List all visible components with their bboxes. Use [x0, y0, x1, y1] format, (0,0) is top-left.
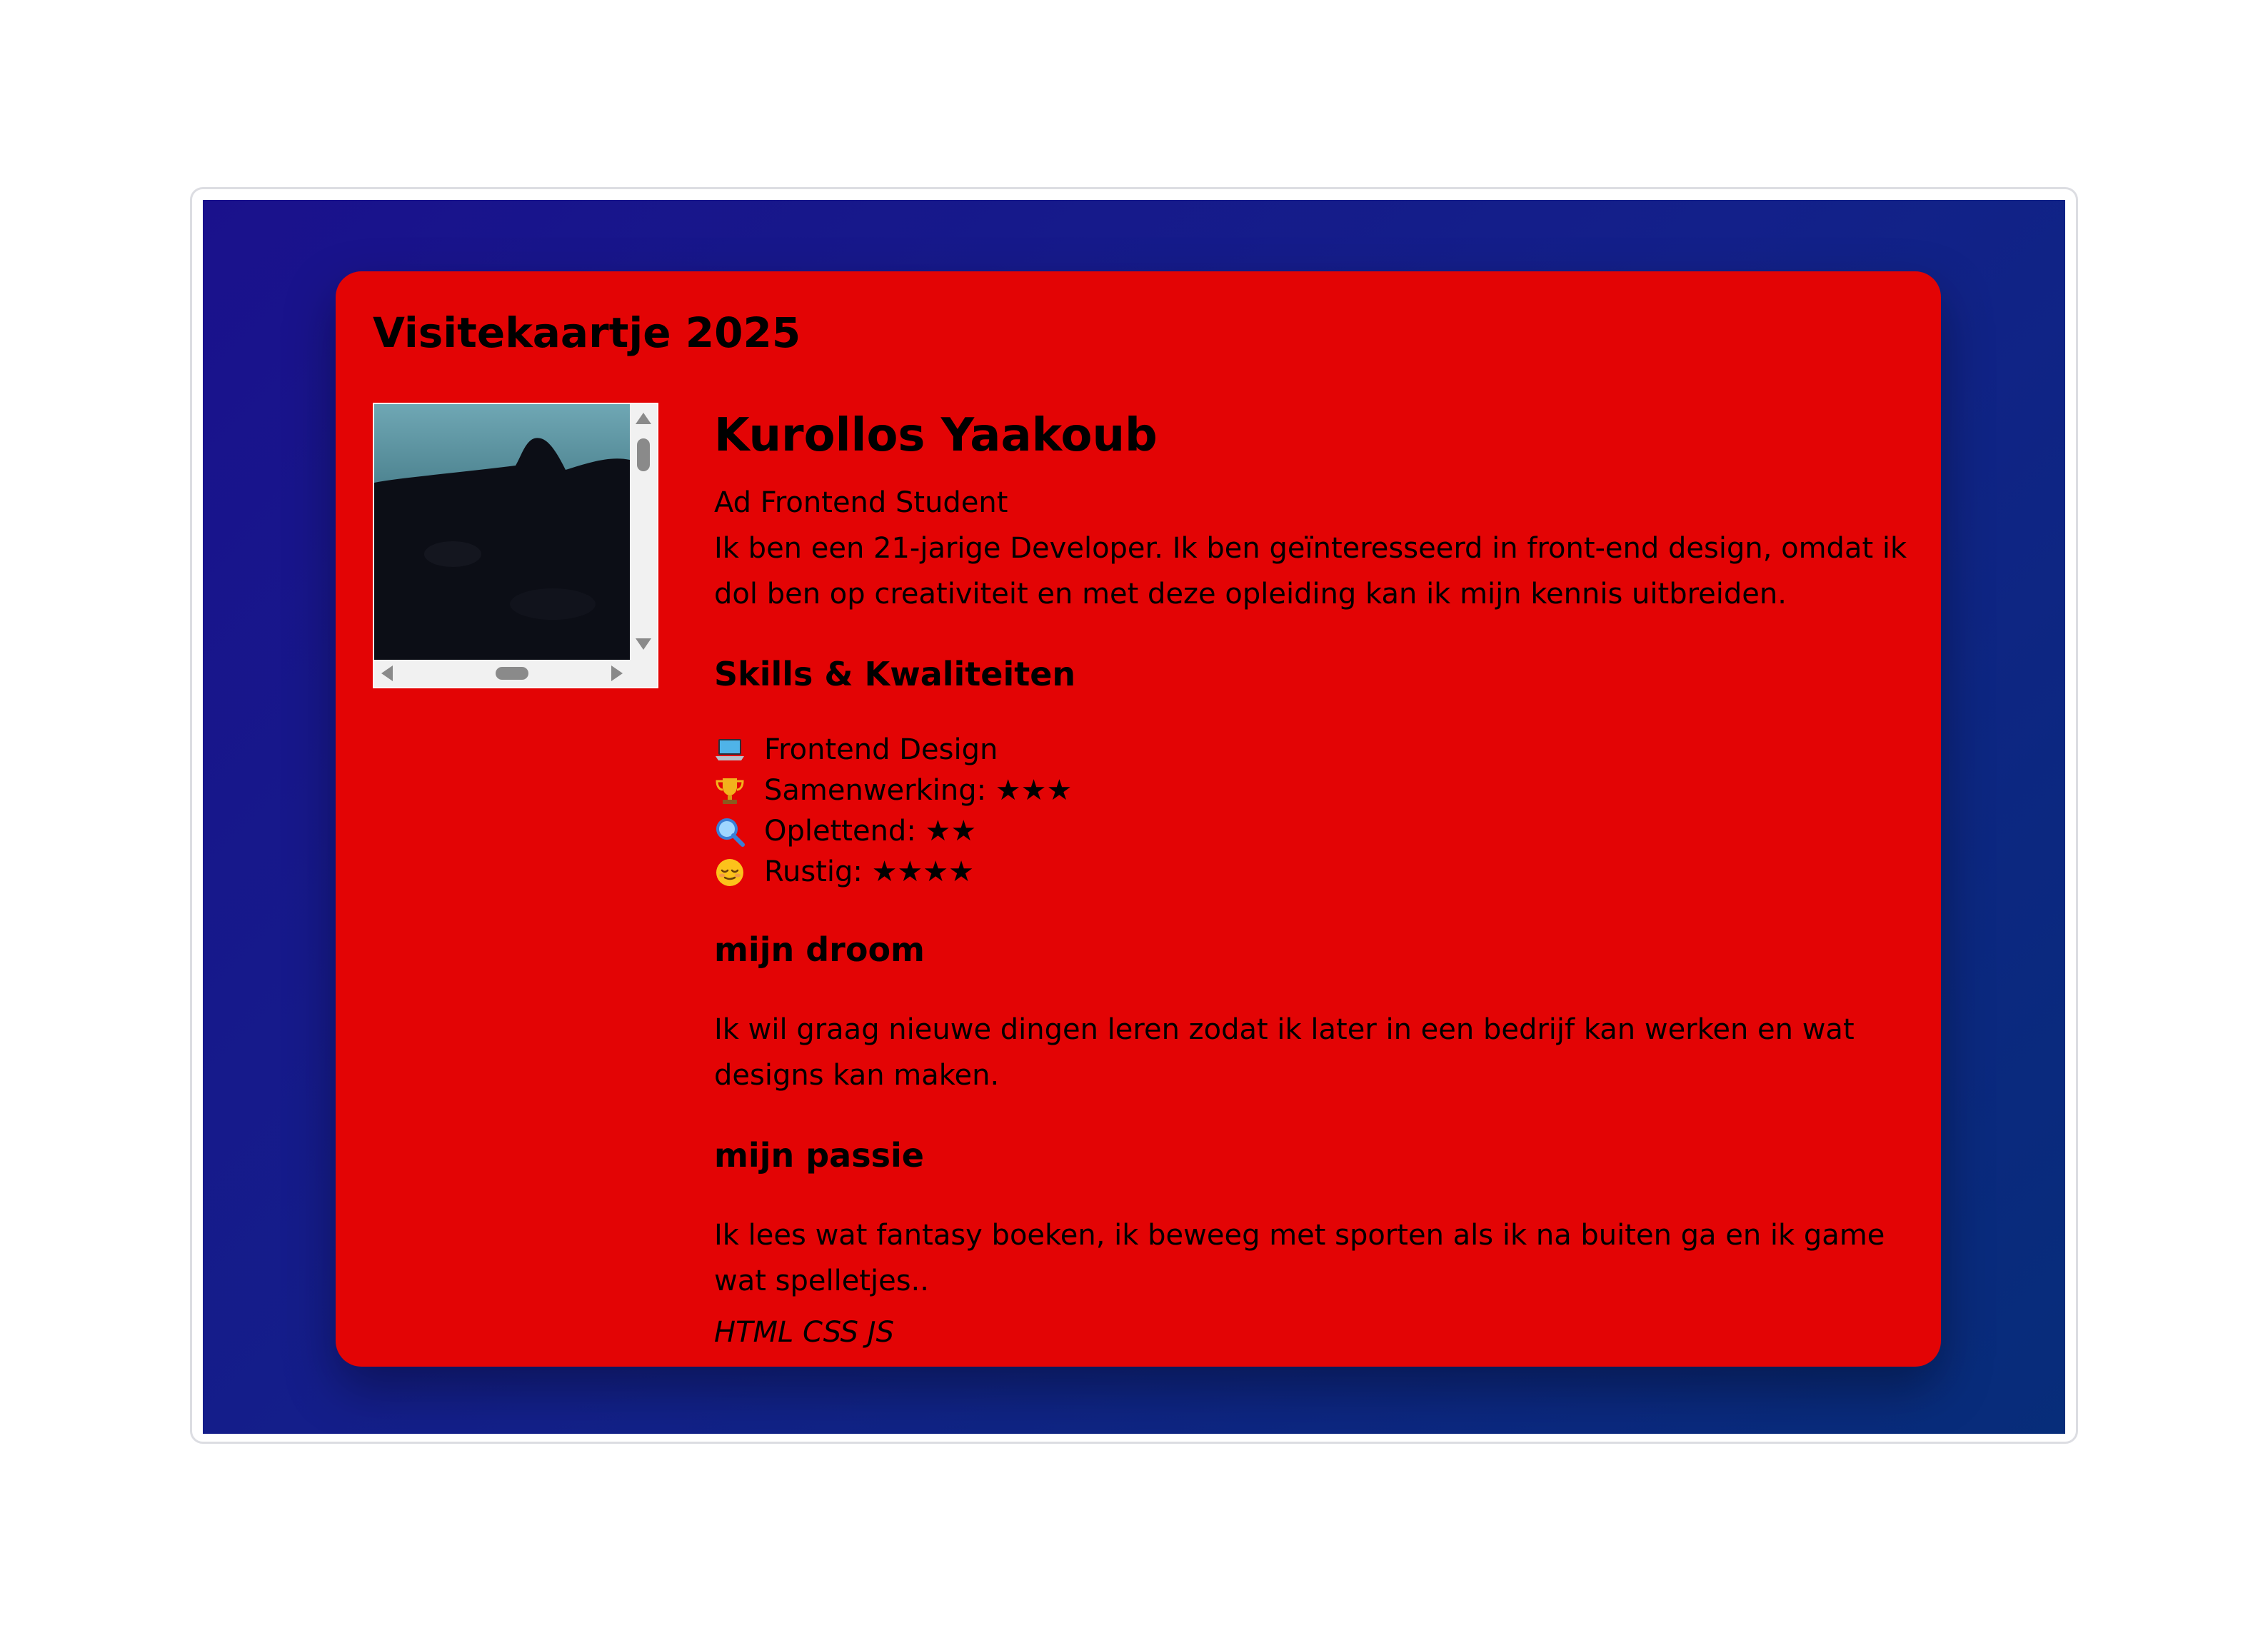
skill-label: Frontend Design — [764, 733, 998, 766]
skill-label: Samenwerking: ★★★ — [764, 774, 1073, 807]
card-title: Visitekaartje 2025 — [373, 308, 801, 357]
skill-item: Rustig: ★★★★ — [714, 852, 1914, 893]
skill-item: Oplettend: ★★ — [714, 811, 1914, 852]
scroll-down-arrow-icon[interactable] — [636, 638, 651, 650]
scroll-left-arrow-icon[interactable] — [381, 665, 393, 681]
skills-list: Frontend Design Samenwerking: ★★★ Oplett… — [714, 730, 1914, 893]
dream-text: Ik wil graag nieuwe dingen leren zodat i… — [714, 1013, 1855, 1092]
passion-text: Ik lees wat fantasy boeken, ik beweeg me… — [714, 1219, 1885, 1297]
skill-item: Samenwerking: ★★★ — [714, 770, 1914, 811]
scroll-up-arrow-icon[interactable] — [636, 413, 651, 424]
horizontal-scroll-thumb[interactable] — [496, 667, 528, 680]
profile-role: Ad Frontend Student — [714, 486, 1008, 519]
trophy-icon — [714, 775, 746, 807]
dream-heading: mijn droom — [714, 930, 925, 969]
vertical-scroll-thumb[interactable] — [637, 438, 650, 471]
photo-vertical-scrollbar[interactable] — [630, 404, 657, 660]
business-card: Visitekaartje 2025 Kurollos Yaakoub Ad F… — [336, 271, 1941, 1367]
page-background: Visitekaartje 2025 Kurollos Yaakoub Ad F… — [203, 200, 2065, 1434]
skills-heading: Skills & Kwaliteiten — [714, 655, 1076, 693]
profile-photo-frame[interactable] — [373, 403, 658, 688]
profile-content: Kurollos Yaakoub Ad Frontend Student Ik … — [714, 403, 1914, 1355]
passion-heading: mijn passie — [714, 1136, 924, 1175]
photo-horizontal-scrollbar[interactable] — [374, 660, 630, 687]
skill-item: Frontend Design — [714, 730, 1914, 770]
relieved-face-icon — [714, 857, 746, 888]
profile-intro: Ik ben een 21-jarige Developer. Ik ben g… — [714, 532, 1907, 611]
laptop-icon — [714, 735, 746, 766]
skill-label: Rustig: ★★★★ — [764, 855, 975, 888]
tech-stack: HTML CSS JS — [714, 1316, 894, 1349]
skill-label: Oplettend: ★★ — [764, 815, 977, 848]
scroll-right-arrow-icon[interactable] — [611, 665, 623, 681]
profile-photo — [374, 404, 630, 660]
profile-name: Kurollos Yaakoub — [714, 409, 1158, 462]
magnifier-icon — [714, 816, 746, 848]
